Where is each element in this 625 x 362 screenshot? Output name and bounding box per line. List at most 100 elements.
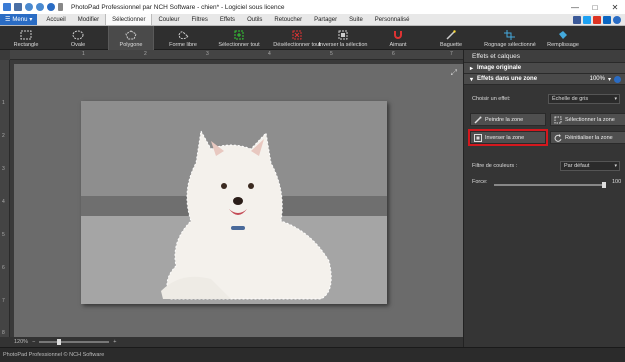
invert-selection-label: Inverser la sélection	[318, 42, 368, 48]
crop-icon	[504, 30, 515, 40]
invert-selection-icon	[338, 30, 348, 40]
section-area-effects-label: Effets dans une zone	[477, 76, 538, 82]
canvas-area[interactable]: ⤢	[14, 64, 463, 347]
maximize-icon[interactable]: □	[585, 0, 605, 14]
status-bar: PhotoPad Professionnel © NCH Software	[0, 347, 625, 362]
tab-retoucher[interactable]: Retoucher	[268, 14, 308, 25]
quick-access-toolbar	[0, 3, 63, 11]
polygon-select-icon	[125, 30, 137, 40]
effect-select[interactable]: Échelle de gris ▾	[548, 94, 620, 104]
app-icon	[3, 3, 11, 11]
image-workspace: 1 2 3 4 5 6 7 1 2 3 4 5 6 7 8 ⤢	[0, 50, 463, 347]
chevron-down-icon: ▾	[29, 17, 33, 23]
paint-area-button[interactable]: Peindre la zone	[470, 113, 546, 126]
force-slider[interactable]	[494, 184, 606, 186]
tab-suite[interactable]: Suite	[343, 14, 369, 25]
ruler-tick: 3	[2, 166, 5, 172]
section-original-image[interactable]: ▸ Image originale	[464, 63, 625, 74]
chevron-down-icon: ▾	[607, 76, 611, 83]
ruler-tick: 7	[2, 298, 5, 304]
tab-partager[interactable]: Partager	[308, 14, 343, 25]
social-links	[573, 14, 625, 25]
layer-toggle-icon[interactable]	[614, 75, 621, 83]
undo-icon[interactable]	[25, 3, 33, 11]
tab-couleur[interactable]: Couleur	[152, 14, 185, 25]
color-filter-label: Filtre de couleurs :	[472, 163, 518, 169]
freeform-tool[interactable]: Forme libre	[160, 26, 206, 50]
tab-outils[interactable]: Outils	[241, 14, 268, 25]
zoom-bar: 120% − +	[0, 337, 463, 347]
facebook-icon[interactable]	[573, 15, 581, 24]
magic-wand-tool[interactable]: Baguette	[432, 26, 470, 50]
tab-effets[interactable]: Effets	[214, 14, 241, 25]
ruler-tick: 3	[206, 51, 209, 57]
ruler-tick: 2	[144, 51, 147, 57]
left-ruler: 1 2 3 4 5 6 7 8	[0, 60, 10, 347]
magnet-tool[interactable]: Aimant	[384, 26, 412, 50]
select-area-button[interactable]: Sélectionner la zone	[550, 113, 625, 126]
force-label: Force:	[472, 179, 488, 185]
oval-tool[interactable]: Ovale	[60, 26, 96, 50]
ruler-tick: 1	[2, 100, 5, 106]
ribbon-tabs: ☰ Menu ▾ Accueil Modifier Sélectionner C…	[0, 14, 625, 26]
help-icon[interactable]	[47, 3, 55, 11]
dropdown-icon[interactable]	[58, 3, 63, 11]
crop-selection-button[interactable]: Rognage sélectionné	[482, 26, 538, 50]
selection-toolbar: Rectangle Ovale Polygone Forme libre Sél…	[0, 26, 625, 50]
force-slider-handle[interactable]	[602, 182, 606, 188]
brush-icon	[474, 116, 482, 124]
color-filter-select[interactable]: Par défaut ▾	[560, 161, 620, 171]
chevron-right-icon: ▸	[470, 65, 474, 72]
rectangle-tool[interactable]: Rectangle	[6, 26, 46, 50]
magnet-icon	[394, 31, 402, 39]
minimize-icon[interactable]: —	[565, 0, 585, 14]
fill-button[interactable]: Remplissage	[544, 26, 582, 50]
status-text: PhotoPad Professionnel © NCH Software	[3, 352, 105, 358]
chevron-down-icon: ▾	[470, 76, 474, 83]
expand-icon[interactable]: ⤢	[451, 68, 457, 78]
help-circle-icon[interactable]	[613, 15, 621, 24]
polygon-tool[interactable]: Polygone	[108, 26, 154, 50]
polygon-tool-label: Polygone	[119, 42, 143, 48]
color-filter-value: Par défaut	[564, 163, 590, 169]
tab-accueil[interactable]: Accueil	[40, 14, 71, 25]
twitter-icon[interactable]	[583, 15, 591, 24]
tab-selectionner[interactable]: Sélectionner	[105, 14, 153, 25]
close-icon[interactable]: ✕	[605, 0, 625, 14]
crop-selection-label: Rognage sélectionné	[484, 42, 536, 48]
save-icon[interactable]	[14, 3, 22, 11]
youtube-icon[interactable]	[593, 15, 601, 24]
redo-icon[interactable]	[36, 3, 44, 11]
select-all-icon	[234, 30, 244, 40]
select-area-icon	[554, 116, 562, 123]
menu-button[interactable]: ☰ Menu ▾	[0, 14, 38, 25]
invert-selection-button[interactable]: Inverser la sélection	[316, 26, 370, 50]
deselect-all-label: Désélectionner tout	[273, 42, 321, 48]
chevron-down-icon: ▾	[614, 96, 617, 102]
select-all-button[interactable]: Sélectionner tout	[210, 26, 268, 50]
window-controls: — □ ✕	[565, 0, 625, 14]
ruler-tick: 7	[450, 51, 453, 57]
reset-area-button[interactable]: Réinitialiser la zone	[550, 131, 625, 144]
freeform-tool-label: Forme libre	[169, 42, 197, 48]
invert-area-label: Inverser la zone	[485, 134, 525, 141]
force-value: 100	[612, 179, 622, 185]
linkedin-icon[interactable]	[603, 15, 611, 24]
zoom-slider[interactable]	[39, 339, 110, 345]
opacity-value[interactable]: 100%	[590, 76, 605, 82]
zoom-in-icon[interactable]: +	[113, 339, 116, 345]
rectangle-select-icon	[20, 30, 32, 40]
oval-tool-label: Ovale	[70, 42, 86, 48]
zoom-out-icon[interactable]: −	[32, 339, 35, 345]
ruler-tick: 2	[2, 133, 5, 139]
fill-label: Remplissage	[547, 42, 579, 48]
invert-area-button[interactable]: Inverser la zone	[468, 129, 548, 146]
tab-filtres[interactable]: Filtres	[185, 14, 213, 25]
zoom-value: 120%	[14, 339, 29, 345]
section-area-effects[interactable]: ▾ Effets dans une zone 100% ▾	[464, 74, 625, 85]
dog-photo[interactable]	[81, 101, 387, 304]
magnet-tool-label: Aimant	[389, 42, 407, 48]
tab-personnalise[interactable]: Personnalisé	[369, 14, 416, 25]
tab-modifier[interactable]: Modifier	[72, 14, 105, 25]
ruler-tick: 6	[2, 265, 5, 271]
